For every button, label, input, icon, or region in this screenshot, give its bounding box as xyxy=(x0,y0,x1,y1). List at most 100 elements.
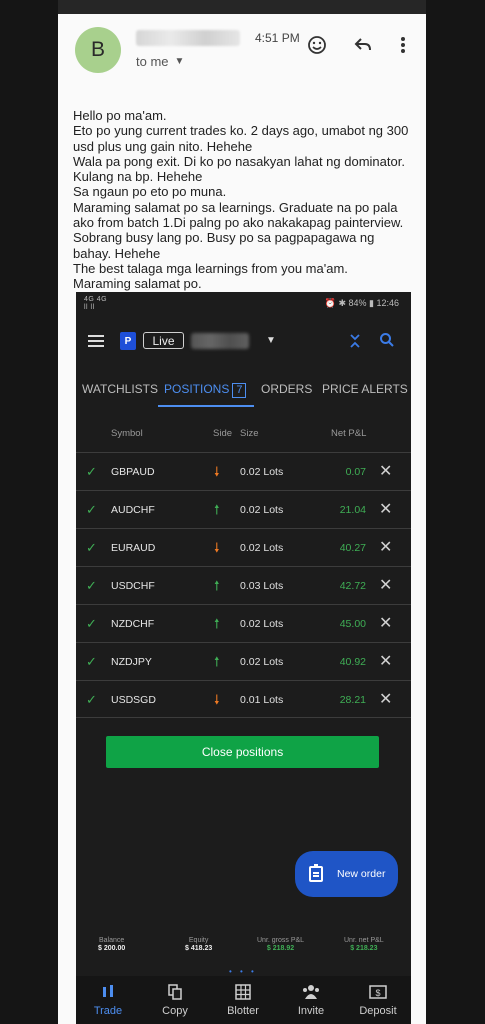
more-options-icon[interactable] xyxy=(392,34,414,56)
signal-indicators: 4G 4G ll ll xyxy=(84,296,108,311)
check-icon: ✓ xyxy=(86,692,97,707)
gross-pnl-value: $ 218.92 xyxy=(266,945,295,952)
account-dropdown-icon[interactable]: ▼ xyxy=(266,335,276,346)
chevron-down-icon: ▼ xyxy=(174,56,185,67)
status-right: ⏰ ✱ 84% ▮ 12:46 xyxy=(324,298,399,308)
position-net-pnl: 42.72 xyxy=(339,580,366,592)
phone-status-bar: 4G 4G ll ll ⏰ ✱ 84% ▮ 12:46 xyxy=(76,292,411,314)
tab-watchlists[interactable]: WATCHLISTS xyxy=(82,382,158,396)
column-header-size: Size xyxy=(240,428,259,439)
recipient-toggle[interactable]: to me ▼ xyxy=(136,54,184,69)
check-icon: ✓ xyxy=(86,616,97,631)
tab-orders[interactable]: ORDERS xyxy=(261,382,312,396)
check-icon: ✓ xyxy=(86,464,97,479)
position-size: 0.03 Lots xyxy=(240,580,284,592)
arrow-up-icon: 🠕 xyxy=(214,578,220,593)
position-net-pnl: 28.21 xyxy=(339,694,366,706)
close-position-icon[interactable]: ✕ xyxy=(379,499,392,519)
nav-trade-label: Trade xyxy=(93,1005,123,1017)
close-position-icon[interactable]: ✕ xyxy=(379,689,392,709)
position-size: 0.02 Lots xyxy=(240,504,284,516)
position-size: 0.02 Lots xyxy=(240,618,284,630)
net-pnl-summary: Unr. net P&L $ 218.23 xyxy=(344,937,384,952)
position-symbol: NZDCHF xyxy=(111,618,155,630)
body-line: ako from batch 1.Di palng po ako nakakap… xyxy=(73,215,404,231)
reply-icon[interactable] xyxy=(352,34,374,56)
close-position-icon[interactable]: ✕ xyxy=(379,537,392,557)
gross-pnl-label: Unr. gross P&L xyxy=(257,937,305,944)
net-pnl-value: $ 218.23 xyxy=(350,945,378,952)
trading-app-screenshot: 4G 4G ll ll ⏰ ✱ 84% ▮ 12:46 P Live ▼ WAT… xyxy=(76,292,411,1024)
sender-name-redacted xyxy=(136,30,240,46)
position-net-pnl: 40.27 xyxy=(339,542,366,554)
recipient-label: to me xyxy=(136,54,169,69)
position-row[interactable]: ✓ USDSGD 🠗 0.01 Lots 28.21 ✕ xyxy=(76,680,411,718)
position-symbol: NZDJPY xyxy=(111,656,152,668)
close-position-icon[interactable]: ✕ xyxy=(379,575,392,595)
close-positions-button[interactable]: Close positions xyxy=(106,736,379,768)
tab-positions[interactable]: POSITIONS 7 xyxy=(164,382,247,398)
arrow-up-icon: 🠕 xyxy=(214,502,220,517)
nav-copy[interactable]: Copy xyxy=(145,984,205,1017)
body-line: Hello po ma'am. xyxy=(73,108,167,123)
svg-text:$: $ xyxy=(375,988,380,998)
position-symbol: GBPAUD xyxy=(111,466,155,478)
trade-icon xyxy=(78,984,138,1002)
arrow-down-icon: 🠗 xyxy=(214,540,220,555)
deposit-icon: $ xyxy=(348,984,408,1002)
position-net-pnl: 21.04 xyxy=(339,504,366,516)
position-size: 0.01 Lots xyxy=(240,694,284,706)
positions-tabs: WATCHLISTS POSITIONS 7 ORDERS PRICE ALERT… xyxy=(76,378,411,410)
balance-summary: Balance $ 200.00 xyxy=(98,937,125,952)
position-row[interactable]: ✓ USDCHF 🠕 0.03 Lots 42.72 ✕ xyxy=(76,566,411,604)
position-net-pnl: 45.00 xyxy=(339,618,366,630)
position-net-pnl: 0.07 xyxy=(345,466,366,478)
email-time: 4:51 PM xyxy=(255,31,300,45)
sort-icon[interactable] xyxy=(349,333,361,352)
active-tab-indicator xyxy=(158,405,254,407)
nav-blotter-label: Blotter xyxy=(227,1005,259,1017)
body-line: Eto po yung current trades ko. 2 days ag… xyxy=(73,123,409,139)
nav-invite[interactable]: Invite xyxy=(281,984,341,1017)
arrow-up-icon: 🠕 xyxy=(214,654,220,669)
nav-blotter[interactable]: Blotter xyxy=(213,984,273,1017)
position-size: 0.02 Lots xyxy=(240,542,284,554)
hamburger-menu-icon[interactable] xyxy=(88,335,104,347)
page-indicator: • • • xyxy=(229,967,257,976)
position-net-pnl: 40.92 xyxy=(339,656,366,668)
tab-positions-label: POSITIONS xyxy=(164,382,230,396)
email-top-bar xyxy=(58,0,426,14)
position-symbol: EURAUD xyxy=(111,542,156,554)
position-row[interactable]: ✓ AUDCHF 🠕 0.02 Lots 21.04 ✕ xyxy=(76,490,411,528)
position-row[interactable]: ✓ NZDJPY 🠕 0.02 Lots 40.92 ✕ xyxy=(76,642,411,680)
position-row[interactable]: ✓ EURAUD 🠗 0.02 Lots 40.27 ✕ xyxy=(76,528,411,566)
balance-label: Balance xyxy=(98,937,125,944)
body-line: Maraming salamat po. xyxy=(73,276,202,292)
nav-trade[interactable]: Trade xyxy=(78,984,138,1017)
broker-logo: P xyxy=(120,332,136,350)
email-body: Hello po ma'am. Eto po yung current trad… xyxy=(73,108,423,292)
arrow-down-icon: 🠗 xyxy=(214,692,220,707)
close-position-icon[interactable]: ✕ xyxy=(379,651,392,671)
close-position-icon[interactable]: ✕ xyxy=(379,613,392,633)
sender-avatar[interactable]: B xyxy=(75,27,121,73)
position-symbol: USDCHF xyxy=(111,580,155,592)
new-order-button[interactable]: New order xyxy=(295,851,398,897)
tab-price-alerts[interactable]: PRICE ALERTS xyxy=(322,382,408,396)
nav-deposit-label: Deposit xyxy=(359,1005,397,1017)
column-header-side: Side xyxy=(213,428,233,439)
nav-deposit[interactable]: $ Deposit xyxy=(348,984,408,1017)
search-icon[interactable] xyxy=(379,332,395,352)
equity-summary: Equity $ 418.23 xyxy=(185,937,212,952)
nav-copy-label: Copy xyxy=(162,1005,188,1017)
account-mode-badge[interactable]: Live xyxy=(143,332,184,349)
balance-value: $ 200.00 xyxy=(98,945,126,952)
body-line: usd plus ung gain nito. Hehehe xyxy=(73,138,253,154)
position-row[interactable]: ✓ GBPAUD 🠗 0.02 Lots 0.07 ✕ xyxy=(76,452,411,490)
close-position-icon[interactable]: ✕ xyxy=(379,461,392,481)
emoji-react-icon[interactable] xyxy=(306,34,328,56)
body-line: Maraming salamat po sa learnings. Gradua… xyxy=(73,199,398,215)
position-row[interactable]: ✓ NZDCHF 🠕 0.02 Lots 45.00 ✕ xyxy=(76,604,411,642)
position-symbol: USDSGD xyxy=(111,694,156,706)
arrow-down-icon: 🠗 xyxy=(214,464,220,479)
